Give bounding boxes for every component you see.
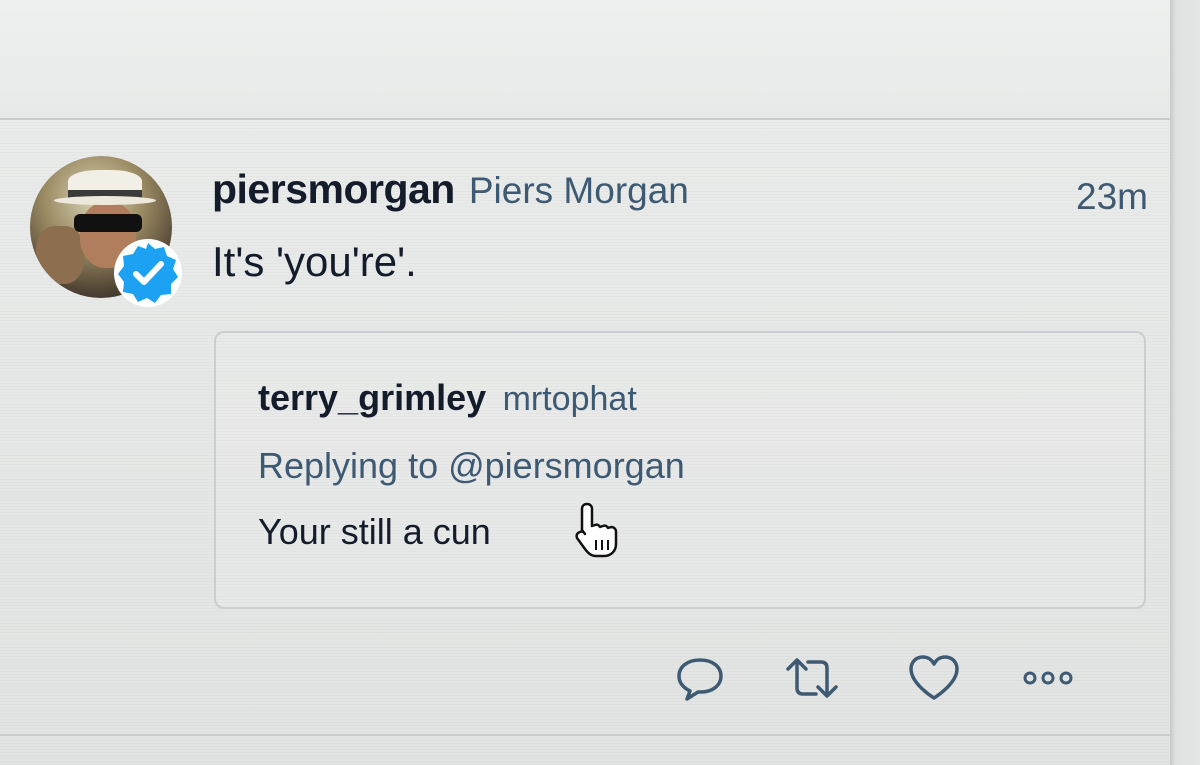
quoted-tweet[interactable]: terry_grimley mrtophat Replying to @pier… — [214, 331, 1146, 609]
more-icon — [1023, 671, 1073, 685]
tweet-timestamp[interactable]: 23m — [1076, 176, 1148, 218]
tweet-username[interactable]: piersmorgan — [212, 166, 455, 213]
tweet-display-name[interactable]: Piers Morgan — [469, 170, 689, 212]
quoted-display-name[interactable]: mrtophat — [503, 380, 637, 418]
verified-badge-icon — [114, 239, 182, 307]
divider — [0, 734, 1172, 736]
avatar-glasses — [74, 214, 142, 232]
like-button[interactable] — [904, 648, 964, 708]
quoted-text: Your still a cun — [258, 511, 491, 552]
previous-tweet-area — [0, 0, 1200, 118]
retweet-button[interactable] — [782, 648, 842, 708]
reply-button[interactable] — [670, 648, 730, 708]
retweet-icon — [786, 658, 838, 698]
tweet-header: piersmorgan Piers Morgan — [212, 166, 689, 228]
hand-pointer-icon — [575, 502, 618, 558]
screen: piersmorgan Piers Morgan 23m It's 'you'r… — [0, 0, 1200, 765]
avatar-hat-brim — [54, 196, 156, 205]
quoted-username[interactable]: terry_grimley — [258, 377, 486, 418]
more-button[interactable] — [1018, 648, 1078, 708]
reply-icon — [677, 658, 723, 701]
heart-icon — [909, 655, 959, 700]
screen-edge — [1170, 0, 1200, 765]
quoted-tweet-header: terry_grimley mrtophat — [258, 377, 637, 419]
tweet-actions — [664, 648, 1094, 708]
tweet-text: It's 'you're'. — [212, 238, 417, 285]
quoted-replying-to[interactable]: Replying to @piersmorgan — [258, 445, 685, 487]
tweet[interactable]: piersmorgan Piers Morgan 23m It's 'you'r… — [0, 120, 1170, 734]
avatar-hand — [36, 226, 84, 284]
